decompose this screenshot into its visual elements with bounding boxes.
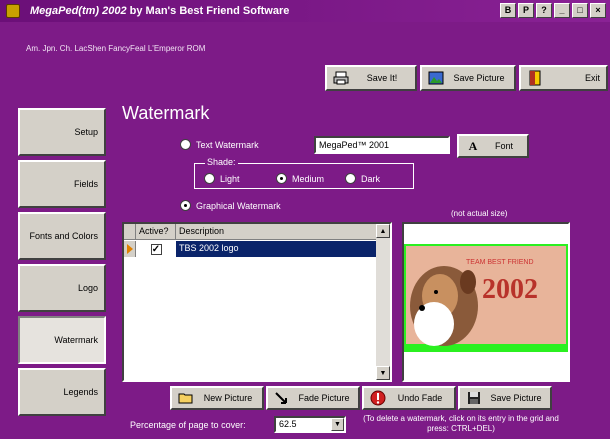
nav-item-legends[interactable]: Legends [18, 368, 106, 416]
scroll-down-icon[interactable]: ▼ [376, 366, 390, 380]
header-active[interactable]: Active? [136, 224, 176, 239]
exit-door-icon [527, 70, 543, 86]
save-it-label: Save It! [366, 73, 398, 83]
title-publisher: by Man's Best Friend Software [126, 5, 290, 17]
open-folder-icon [178, 390, 194, 406]
window-title: MegaPed(tm) 2002 by Man's Best Friend So… [30, 5, 289, 17]
graphical-watermark-radio[interactable]: Graphical Watermark [180, 200, 281, 211]
nav-item-setup[interactable]: Setup [18, 108, 106, 156]
shade-legend: Shade: [205, 157, 238, 167]
title-buttons: B P ? _ □ × [500, 3, 606, 18]
radio-dot-selected [180, 200, 191, 211]
floppy-disk-icon [466, 390, 482, 406]
radio-dot [345, 173, 356, 184]
title-product: MegaPed(tm) 2002 [30, 5, 127, 17]
text-watermark-label: Text Watermark [196, 139, 259, 150]
new-picture-label: New Picture [203, 393, 253, 403]
grid-scrollbar[interactable]: ▲ ▼ [376, 224, 390, 380]
current-row-arrow-icon [126, 244, 133, 254]
fade-picture-label: Fade Picture [298, 393, 350, 403]
header-indicator-cell [124, 224, 136, 239]
nav-item-fonts-and-colors[interactable]: Fonts and Colors [18, 212, 106, 260]
undo-fade-label: Undo Fade [397, 393, 443, 403]
active-checkbox[interactable]: ✓ [150, 243, 162, 255]
percentage-label: Percentage of page to cover: [130, 420, 246, 430]
minimize-button[interactable]: _ [554, 3, 570, 18]
preview-small-text: TEAM BEST FRIEND [466, 259, 534, 266]
font-label: Font [494, 141, 513, 151]
row-active-cell[interactable]: ✓ [136, 241, 176, 257]
printer-icon [333, 70, 349, 86]
watermark-grid[interactable]: Active? Description ✓ TBS 2002 logo ▲ ▼ [122, 222, 392, 382]
nav-item-logo[interactable]: Logo [18, 264, 106, 312]
save-picture-top-button[interactable]: Save Picture [420, 65, 516, 91]
exit-label: Exit [584, 73, 600, 83]
watermark-preview: TEAM BEST FRIEND 2002 [402, 222, 570, 382]
close-button[interactable]: × [590, 3, 606, 18]
shade-medium-label: Medium [292, 173, 325, 184]
table-row[interactable]: ✓ TBS 2002 logo [124, 241, 380, 257]
help-button[interactable]: ? [536, 3, 552, 18]
fade-picture-button[interactable]: Fade Picture [266, 386, 360, 410]
nav-item-fields[interactable]: Fields [18, 160, 106, 208]
grid-header: Active? Description [124, 224, 380, 240]
shade-light-label: Light [220, 173, 240, 184]
p-icon-button[interactable]: P [518, 3, 534, 18]
font-a-icon: A [468, 138, 478, 153]
save-picture-label: Save Picture [490, 393, 542, 403]
text-watermark-radio[interactable]: Text Watermark [180, 139, 259, 150]
shade-dark-radio[interactable]: Dark [345, 173, 380, 184]
save-picture-button[interactable]: Save Picture [458, 386, 552, 410]
dog-name-subtitle: Am. Jpn. Ch. LacShen FancyFeal L'Emperor… [26, 44, 206, 53]
percentage-select[interactable]: 62.5 ▼ [274, 416, 346, 433]
shade-medium-radio[interactable]: Medium [276, 173, 324, 184]
radio-dot [180, 139, 191, 150]
undo-fade-button[interactable]: Undo Fade [362, 386, 456, 410]
save-picture-top-label: Save Picture [453, 73, 505, 83]
watermark-preview-image: TEAM BEST FRIEND 2002 [404, 224, 568, 380]
radio-dot [204, 173, 215, 184]
shade-light-radio[interactable]: Light [204, 173, 240, 184]
row-indicator [124, 241, 136, 257]
percentage-value: 62.5 [279, 419, 297, 429]
section-title: Watermark [122, 103, 210, 123]
save-it-button[interactable]: Save It! [325, 65, 417, 91]
font-button[interactable]: A Font [457, 134, 529, 158]
header-description[interactable]: Description [176, 224, 380, 239]
maximize-button[interactable]: □ [572, 3, 588, 18]
scroll-up-icon[interactable]: ▲ [376, 224, 390, 238]
preview-note: (not actual size) [451, 209, 508, 218]
watermark-text-input[interactable]: MegaPed™ 2001 [314, 136, 450, 154]
nav-item-watermark[interactable]: Watermark [18, 316, 106, 364]
picture-icon [428, 70, 444, 86]
title-bar: MegaPed(tm) 2002 by Man's Best Friend So… [0, 0, 610, 22]
radio-dot-selected [276, 173, 287, 184]
new-picture-button[interactable]: New Picture [170, 386, 264, 410]
fade-arrow-icon [274, 390, 290, 406]
preview-big-text: 2002 [482, 274, 538, 305]
exit-button[interactable]: Exit [519, 65, 608, 91]
app-window: MegaPed(tm) 2002 by Man's Best Friend So… [0, 0, 610, 439]
graphical-watermark-label: Graphical Watermark [196, 200, 281, 211]
delete-hint: (To delete a watermark, click on its ent… [363, 414, 559, 433]
row-description[interactable]: TBS 2002 logo [176, 241, 380, 257]
undo-icon [370, 390, 386, 406]
app-icon [6, 4, 20, 18]
shade-dark-label: Dark [361, 173, 381, 184]
b-icon-button[interactable]: B [500, 3, 516, 18]
chevron-down-icon[interactable]: ▼ [331, 418, 344, 431]
